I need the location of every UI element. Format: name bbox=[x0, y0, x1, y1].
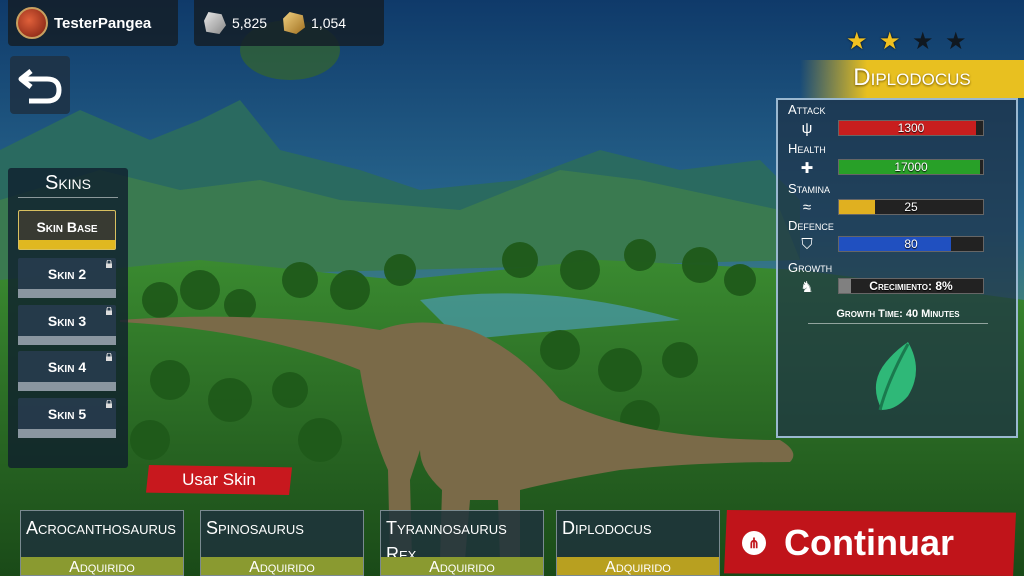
lock-icon bbox=[106, 307, 112, 315]
dino-card-name: Acrocanthosaurus bbox=[26, 518, 176, 538]
skin-4-button[interactable]: Skin 4 bbox=[18, 351, 116, 391]
star-icon: ★ bbox=[912, 28, 934, 55]
shield-icon: ⛉ bbox=[801, 236, 813, 253]
dino-card-status: Adquirido bbox=[201, 557, 363, 575]
stone-icon bbox=[204, 12, 226, 34]
growth-time: Growth Time: 40 Minutes bbox=[808, 308, 988, 324]
dino-card-status: Adquirido bbox=[381, 557, 543, 575]
lock-icon bbox=[106, 353, 112, 361]
skins-title: Skins bbox=[18, 168, 118, 198]
continue-label: Continuar bbox=[784, 522, 954, 563]
skin-label: Skin 4 bbox=[47, 359, 87, 375]
growth-value: Crecimiento: 8% bbox=[869, 279, 953, 293]
dino-card-name: Diplodocus bbox=[562, 518, 652, 538]
claw-mark-icon: ⋔ bbox=[742, 531, 766, 555]
skin-label: Skin 5 bbox=[47, 406, 87, 422]
stamina-bar: 25 bbox=[838, 199, 984, 215]
skin-bar bbox=[18, 289, 116, 298]
attack-bar: 1300 bbox=[838, 120, 984, 136]
skins-panel: Skins Skin Base Skin 2 Skin 3 Skin 4 Ski… bbox=[8, 168, 128, 468]
dino-card-tyrannosaurus-rex[interactable]: Tyrannosaurus Rex Adquirido bbox=[380, 510, 544, 576]
skin-bar bbox=[18, 382, 116, 391]
skin-bar bbox=[18, 336, 116, 345]
defence-label: Defence bbox=[788, 218, 834, 233]
continue-button[interactable]: ⋔ Continuar bbox=[724, 510, 1016, 576]
back-button[interactable] bbox=[10, 56, 70, 114]
skin-5-button[interactable]: Skin 5 bbox=[18, 398, 116, 438]
running-dino-icon: ≈ bbox=[802, 199, 812, 216]
star-icon: ★ bbox=[879, 28, 901, 55]
dino-card-status: Adquirido bbox=[21, 557, 183, 575]
growth-bar: Crecimiento: 8% bbox=[838, 278, 984, 294]
rating-stars: ★ ★ ★ ★ bbox=[846, 30, 969, 54]
gold-amount: 1,054 bbox=[311, 15, 347, 31]
health-bar: 17000 bbox=[838, 159, 984, 175]
dino-title: Diplodocus bbox=[800, 60, 1024, 98]
skin-bar bbox=[18, 429, 116, 438]
star-icon: ★ bbox=[846, 28, 868, 55]
claw-icon: ψ bbox=[801, 120, 813, 137]
baby-dino-icon: ♞ bbox=[800, 279, 814, 296]
stamina-value: 25 bbox=[904, 200, 918, 214]
herbivore-leaf-icon bbox=[875, 342, 916, 411]
avatar bbox=[16, 7, 48, 39]
skin-bar bbox=[19, 240, 115, 249]
currency-bar: 5,825 1,054 bbox=[194, 0, 384, 46]
skin-2-button[interactable]: Skin 2 bbox=[18, 258, 116, 298]
skin-3-button[interactable]: Skin 3 bbox=[18, 305, 116, 345]
health-cross-icon: ✚ bbox=[800, 160, 814, 177]
dino-card-diplodocus[interactable]: Diplodocus Adquirido bbox=[556, 510, 720, 576]
skin-base-button[interactable]: Skin Base bbox=[18, 210, 116, 250]
player-profile[interactable]: TesterPangea bbox=[8, 0, 178, 46]
stone-amount: 5,825 bbox=[232, 15, 268, 31]
star-icon: ★ bbox=[945, 28, 967, 55]
attack-label: Attack bbox=[788, 102, 826, 117]
attack-value: 1300 bbox=[897, 121, 925, 135]
health-value: 17000 bbox=[894, 160, 928, 174]
stamina-label: Stamina bbox=[788, 181, 831, 196]
dino-card-acrocanthosaurus[interactable]: Acrocanthosaurus Adquirido bbox=[20, 510, 184, 576]
gold-icon bbox=[283, 12, 306, 34]
defence-bar: 80 bbox=[838, 236, 984, 252]
skin-label: Skin 2 bbox=[47, 266, 87, 282]
dino-card-status: Adquirido bbox=[557, 557, 719, 575]
growth-label: Growth bbox=[788, 260, 833, 275]
skin-label: Skin 3 bbox=[47, 313, 87, 329]
player-name: TesterPangea bbox=[54, 14, 152, 32]
use-skin-button[interactable]: Usar Skin bbox=[146, 465, 292, 495]
dino-card-spinosaurus[interactable]: Spinosaurus Adquirido bbox=[200, 510, 364, 576]
lock-icon bbox=[106, 400, 112, 408]
stats-panel: Attack ψ 1300 Health ✚ 17000 Stamina ≈ 2… bbox=[776, 98, 1018, 438]
skin-label: Skin Base bbox=[36, 219, 98, 235]
health-label: Health bbox=[788, 141, 826, 156]
lock-icon bbox=[106, 260, 112, 268]
defence-value: 80 bbox=[904, 237, 918, 251]
dino-card-name: Spinosaurus bbox=[206, 518, 304, 538]
back-arrow-icon bbox=[18, 69, 62, 104]
